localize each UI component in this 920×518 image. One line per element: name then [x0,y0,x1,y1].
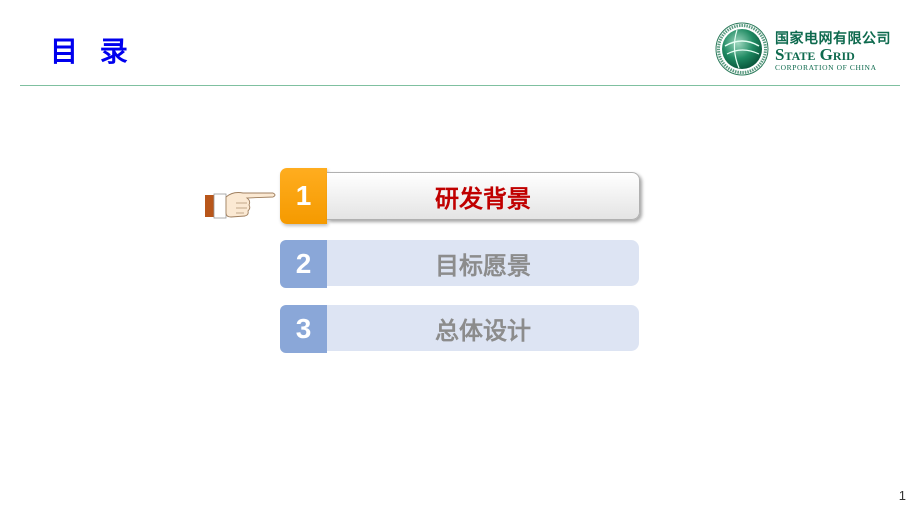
state-grid-globe-icon [715,22,769,76]
toc-item-number: 2 [280,240,327,288]
logo-name-en: State Grid [775,45,855,64]
company-logo: 国家电网有限公司 State Grid CORPORATION OF CHINA [715,22,895,78]
toc-item-label: 目标愿景 [327,240,639,286]
toc-item-number: 1 [280,168,327,224]
header-divider [20,85,900,86]
page-number: 1 [898,488,906,503]
toc-item-label: 研发背景 [327,172,640,220]
logo-subtitle: CORPORATION OF CHINA [775,63,877,72]
page-title: 目 录 [50,35,134,68]
pointing-hand-icon [205,192,276,219]
toc-item-label: 总体设计 [327,305,639,351]
toc-item-number: 3 [280,305,327,353]
